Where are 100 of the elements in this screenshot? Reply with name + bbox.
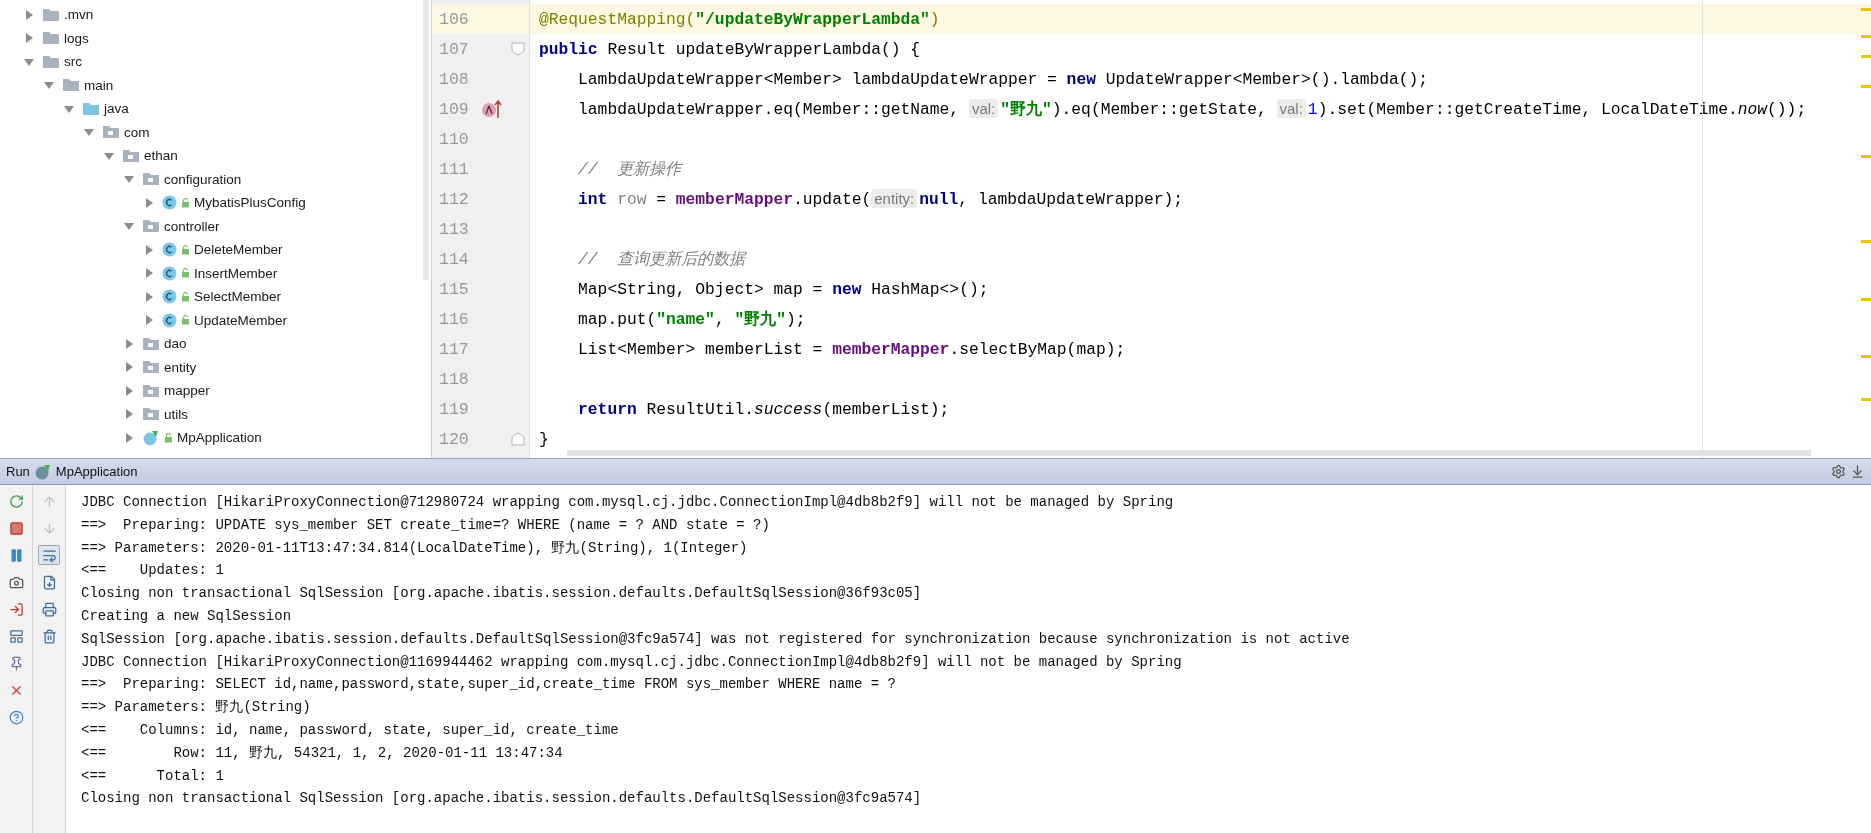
tree-item[interactable]: main xyxy=(84,77,114,93)
collapse-arrow-icon[interactable] xyxy=(84,127,94,138)
expand-arrow-icon[interactable] xyxy=(124,409,134,420)
folder-icon xyxy=(142,336,160,351)
exit-icon xyxy=(8,601,24,617)
expand-arrow-icon[interactable] xyxy=(144,291,154,302)
tree-item[interactable]: MybatisPlusConfig xyxy=(194,195,306,211)
tree-item[interactable]: .mvn xyxy=(64,7,94,23)
tree-item[interactable]: configuration xyxy=(164,171,242,187)
fold-icon[interactable] xyxy=(511,432,525,446)
line-number: 113 xyxy=(438,219,470,239)
lock-icon xyxy=(164,432,173,443)
marker-stripe[interactable] xyxy=(1861,240,1871,243)
run-configuration[interactable]: MpApplication xyxy=(55,464,138,479)
console-line: <== Row: 11, 野九, 54321, 1, 2, 2020-01-11 13:47:34 xyxy=(81,743,563,763)
console-line: JDBC Connection [HikariProxyConnection@1169944462 wrapping com.mysql.cj.jdbc.ConnectionImpl@4db8b2f9] will not be managed by Spring xyxy=(81,652,1182,672)
line-number: 112 xyxy=(438,189,470,209)
console-line: <== Columns: id, name, password, state, super_id, create_time xyxy=(81,720,619,740)
marker-stripe[interactable] xyxy=(1861,155,1871,158)
code-line: List<Member> memberList = memberMapper.selectByMap(map); xyxy=(577,339,1126,359)
collapse-arrow-icon[interactable] xyxy=(44,80,54,91)
collapse-arrow-icon[interactable] xyxy=(124,174,134,185)
tree-item[interactable]: entity xyxy=(164,359,197,375)
tree-item[interactable]: dao xyxy=(164,336,187,352)
fold-icon[interactable] xyxy=(511,42,525,56)
tree-item[interactable]: MpApplication xyxy=(177,430,262,446)
line-number: 119 xyxy=(438,399,470,419)
marker-stripe[interactable] xyxy=(1861,35,1871,38)
pin-icon xyxy=(8,655,24,671)
expand-arrow-icon[interactable] xyxy=(124,432,134,443)
tree-item[interactable]: src xyxy=(64,54,82,70)
marker-stripe[interactable] xyxy=(1861,8,1871,11)
console-line: Closing non transactional SqlSession [org.apache.ibatis.session.defaults.DefaultSqlSession@3fc9a574] xyxy=(81,789,922,809)
console-line: JDBC Connection [HikariProxyConnection@712980724 wrapping com.mysql.cj.jdbc.ConnectionImpl@4db8b2f9] will not be managed by Spring xyxy=(81,493,1174,512)
folder-icon xyxy=(142,407,160,422)
marker-stripe[interactable] xyxy=(1861,398,1871,401)
print-icon xyxy=(41,601,57,617)
tree-item[interactable]: java xyxy=(104,101,129,117)
tree-item[interactable]: SelectMember xyxy=(194,289,282,305)
expand-arrow-icon[interactable] xyxy=(144,197,154,208)
collapse-arrow-icon[interactable] xyxy=(104,150,114,161)
folder-icon xyxy=(142,172,160,187)
collapse-arrow-icon[interactable] xyxy=(124,221,134,232)
tree-item[interactable]: controller xyxy=(164,218,220,234)
console-line: ==> Preparing: SELECT id,name,password,state,super_id,create_time FROM sys_member WHERE name = ? xyxy=(81,675,896,695)
run-tab-label[interactable]: Run xyxy=(6,464,30,479)
collapse-arrow-icon[interactable] xyxy=(64,103,74,114)
code-line: // 更新操作 xyxy=(577,159,682,180)
expand-arrow-icon[interactable] xyxy=(24,33,34,44)
scrollbar[interactable] xyxy=(567,450,1811,456)
expand-arrow-icon[interactable] xyxy=(144,315,154,326)
console-line: SqlSession [org.apache.ibatis.session.defaults.DefaultSqlSession@3fc9a574] was not registered for synchronization because synchronization is not active xyxy=(81,629,1350,649)
code-line: return ResultUtil.success(memberList); xyxy=(577,399,950,419)
soft-wrap-button[interactable] xyxy=(38,545,60,565)
code-line: map.put("name", "野九"); xyxy=(577,309,806,330)
tree-item[interactable]: InsertMember xyxy=(194,265,278,281)
settings-icon[interactable] xyxy=(1831,464,1846,479)
tree-item[interactable]: DeleteMember xyxy=(194,242,283,258)
tree-item[interactable]: logs xyxy=(64,30,89,46)
collapse-arrow-icon[interactable] xyxy=(24,56,34,67)
class-icon xyxy=(162,242,177,258)
marker-stripe[interactable] xyxy=(1861,355,1871,358)
stop-icon xyxy=(8,520,24,536)
folder-icon xyxy=(42,31,60,46)
soft-wrap-icon xyxy=(41,547,57,563)
hide-icon[interactable] xyxy=(1850,464,1865,479)
line-number: 111 xyxy=(438,159,470,179)
tree-item[interactable]: mapper xyxy=(164,383,210,399)
expand-arrow-icon[interactable] xyxy=(24,9,34,20)
expand-arrow-icon[interactable] xyxy=(124,338,134,349)
class-icon xyxy=(162,289,177,305)
scrollbar[interactable] xyxy=(423,0,429,280)
expand-arrow-icon[interactable] xyxy=(144,244,154,255)
line-number: 115 xyxy=(438,279,470,299)
tree-item[interactable]: utils xyxy=(164,406,188,422)
tree-item[interactable]: UpdateMember xyxy=(194,312,288,328)
line-number: 118 xyxy=(438,369,470,389)
app-icon xyxy=(33,463,52,480)
expand-arrow-icon[interactable] xyxy=(124,362,134,373)
scroll-to-end-icon xyxy=(41,574,57,590)
layout-icon xyxy=(8,628,24,644)
expand-arrow-icon[interactable] xyxy=(124,385,134,396)
line-number: 117 xyxy=(438,339,470,359)
expand-arrow-icon[interactable] xyxy=(144,268,154,279)
folder-icon xyxy=(42,54,60,69)
code-line: } xyxy=(539,429,549,449)
code-line: int row = memberMapper.update( entity: null, lambdaUpdateWrapper); xyxy=(577,189,1184,209)
class-icon xyxy=(162,195,177,211)
lambda-method-icon[interactable] xyxy=(481,99,503,119)
code-line: Map<String, Object> map = new HashMap<>(); xyxy=(577,279,989,299)
lock-icon xyxy=(181,291,190,302)
marker-stripe[interactable] xyxy=(1861,298,1871,301)
tree-item[interactable]: com xyxy=(124,124,150,140)
tree-item[interactable]: ethan xyxy=(144,148,178,164)
lock-icon xyxy=(181,268,190,279)
marker-stripe[interactable] xyxy=(1861,85,1871,88)
down-arrow-icon xyxy=(41,520,57,536)
marker-stripe[interactable] xyxy=(1861,55,1871,58)
console-line: ==> Preparing: UPDATE sys_member SET create_time=? WHERE (name = ? AND state = ?) xyxy=(81,515,770,535)
line-number: 107 xyxy=(438,39,470,59)
